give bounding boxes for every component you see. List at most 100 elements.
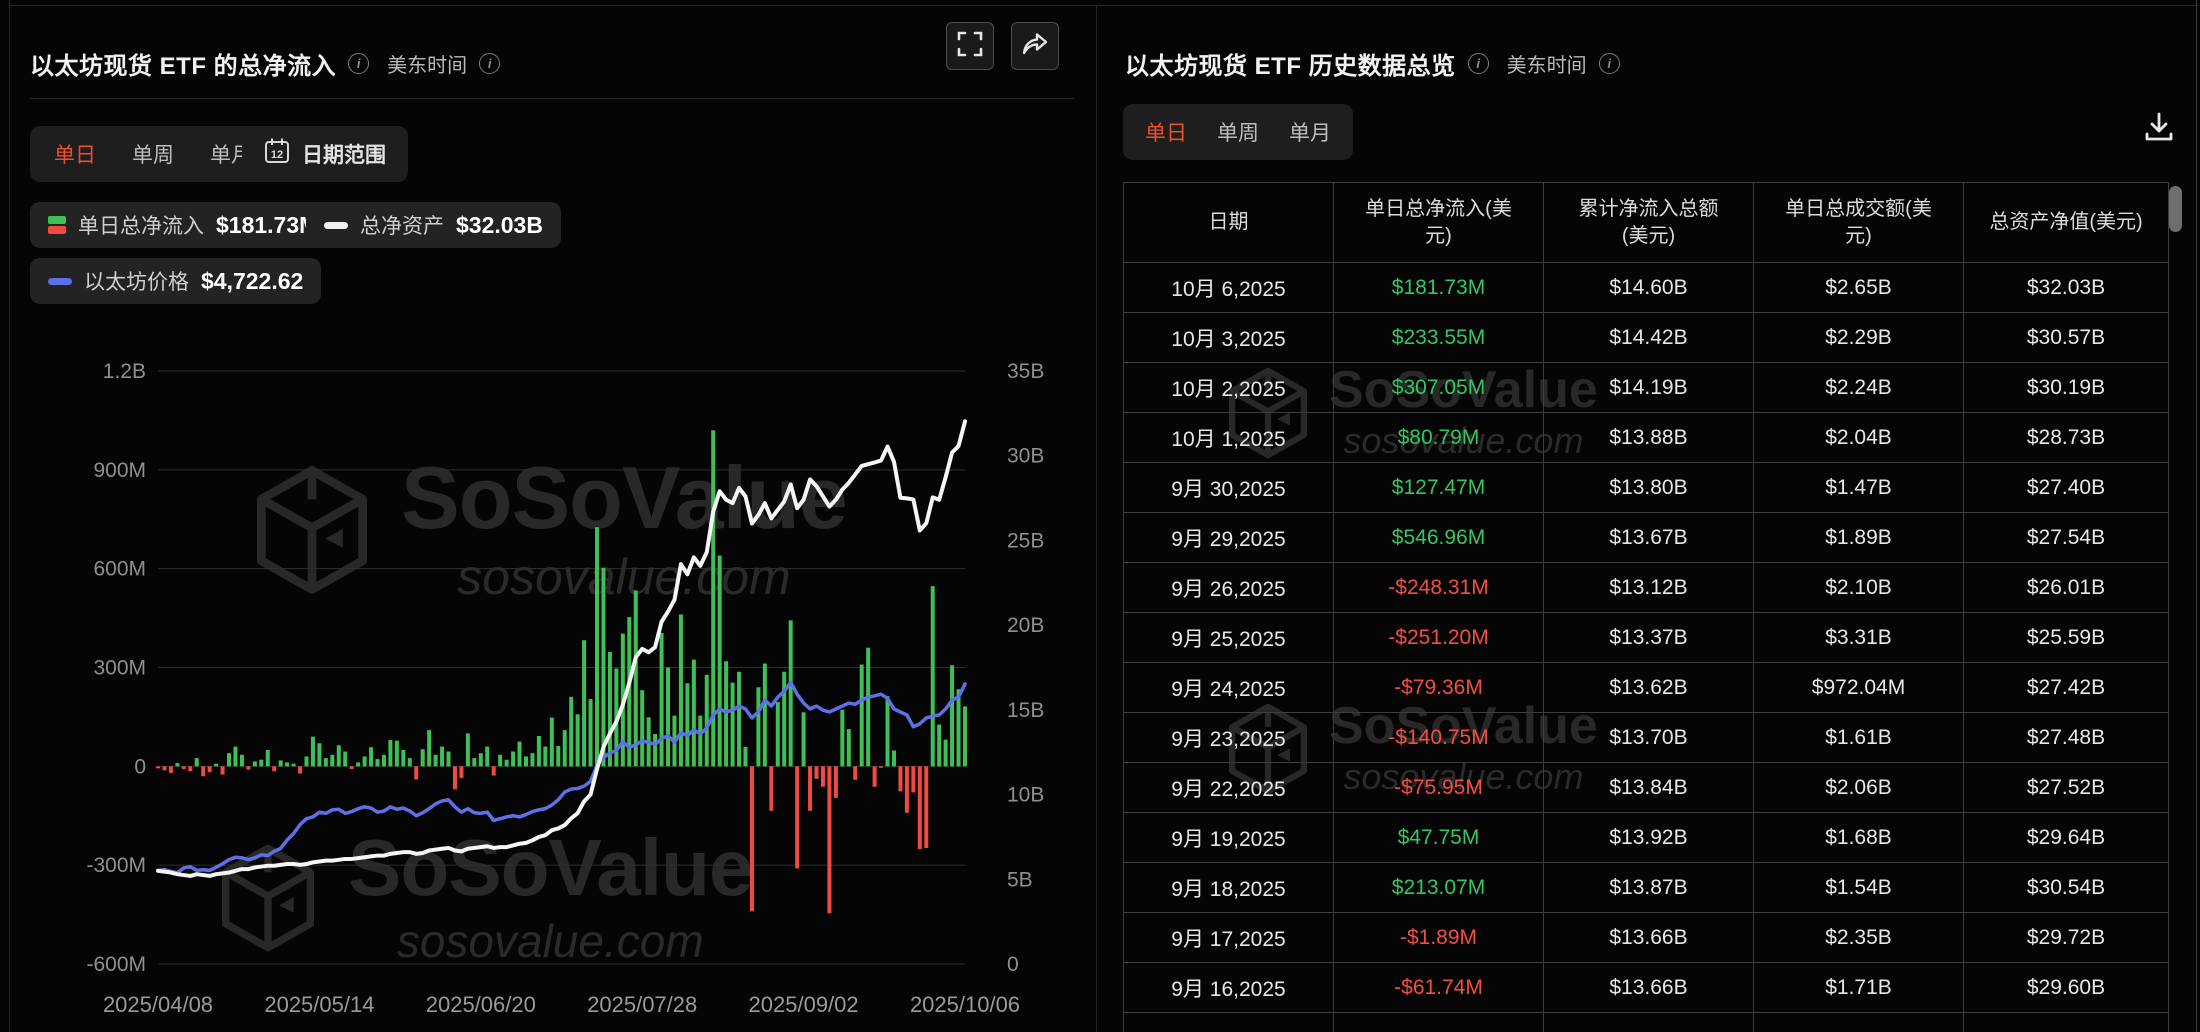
- cell-nav: $28.73B: [1964, 413, 2169, 463]
- info-icon[interactable]: i: [479, 53, 500, 74]
- legend-eth-price[interactable]: 以太坊价格 $4,722.62: [30, 258, 321, 304]
- netflow-chart-svg[interactable]: 1.2B900M600M300M0-300M-600M35B30B25B20B1…: [10, 330, 1096, 1032]
- cell-nav: $27.48B: [1964, 713, 2169, 763]
- table-row: 9月 25,2025-$251.20M$13.37B$3.31B$25.59B: [1124, 613, 2169, 663]
- cell-empty: [1964, 1013, 2169, 1032]
- netflow-bar: [401, 750, 405, 766]
- netflow-bar: [886, 696, 890, 766]
- netflow-bar: [169, 766, 173, 773]
- legend-value: $181.73M: [216, 212, 318, 239]
- cell-volume: $2.29B: [1754, 313, 1964, 363]
- cell-inflow: $127.47M: [1334, 463, 1544, 513]
- cell-volume: $1.47B: [1754, 463, 1964, 513]
- cell-inflow: $47.75M: [1334, 813, 1544, 863]
- table-row-partial: [1124, 1013, 2169, 1032]
- cell-inflow: $233.55M: [1334, 313, 1544, 363]
- netflow-bar: [601, 568, 605, 766]
- cell-volume: $2.10B: [1754, 563, 1964, 613]
- cell-cumulative: $13.12B: [1544, 563, 1754, 613]
- cell-cumulative: $13.84B: [1544, 763, 1754, 813]
- netflow-bar: [685, 683, 689, 766]
- cell-date: 9月 22,2025: [1124, 763, 1334, 813]
- cell-volume: $2.06B: [1754, 763, 1964, 813]
- cell-cumulative: $14.60B: [1544, 263, 1754, 313]
- fullscreen-button[interactable]: [946, 22, 994, 70]
- legend-label: 单日总净流入: [78, 210, 204, 240]
- share-icon: [1021, 31, 1049, 62]
- cell-cumulative: $13.87B: [1544, 863, 1754, 913]
- cell-nav: $27.54B: [1964, 513, 2169, 563]
- share-button[interactable]: [1011, 22, 1059, 70]
- netflow-bar: [356, 762, 360, 766]
- netflow-bar: [304, 756, 308, 766]
- cell-date: 9月 26,2025: [1124, 563, 1334, 613]
- left-axis-tick: 600M: [93, 558, 146, 581]
- cell-empty: [1754, 1013, 1964, 1032]
- cell-cumulative: $13.66B: [1544, 963, 1754, 1013]
- column-header: 日期: [1124, 183, 1334, 263]
- netflow-bar: [950, 665, 954, 766]
- tab-weekly[interactable]: 单周: [132, 139, 174, 169]
- history-table-panel: 以太坊现货 ETF 历史数据总览 i 美东时间 i 单日 单周 单月 SoSoV…: [1097, 6, 2196, 1032]
- table-scrollbar-thumb[interactable]: [2169, 186, 2182, 232]
- netflow-bar: [214, 764, 218, 767]
- netflow-bar: [182, 766, 186, 769]
- netflow-bar: [279, 760, 283, 766]
- netflow-bar: [898, 766, 902, 791]
- netflow-bar: [227, 753, 231, 766]
- x-axis-tick: 2025/09/02: [749, 992, 859, 1017]
- netflow-bar: [511, 752, 515, 767]
- cell-inflow: -$140.75M: [1334, 713, 1544, 763]
- netflow-bar: [957, 689, 961, 766]
- netflow-bar: [905, 766, 909, 812]
- netflow-bar: [556, 746, 560, 766]
- cell-date: 9月 19,2025: [1124, 813, 1334, 863]
- netflow-bar: [208, 766, 212, 772]
- info-icon[interactable]: i: [348, 53, 369, 74]
- netflow-bar: [750, 766, 754, 911]
- netflow-bar: [337, 745, 341, 766]
- legend-net-assets[interactable]: 总净资产 $32.03B: [306, 202, 561, 248]
- table-row: 10月 6,2025$181.73M$14.60B$2.65B$32.03B: [1124, 263, 2169, 313]
- column-header: 总资产净值(美元): [1964, 183, 2169, 263]
- x-axis-tick: 2025/10/06: [910, 992, 1020, 1017]
- date-range-button[interactable]: 12 日期范围: [242, 126, 408, 182]
- cell-nav: $25.59B: [1964, 613, 2169, 663]
- netflow-bar: [434, 755, 438, 767]
- cell-inflow: $80.79M: [1334, 413, 1544, 463]
- left-axis-tick: 300M: [93, 657, 146, 680]
- netflow-bar: [666, 668, 670, 767]
- cell-volume: $2.04B: [1754, 413, 1964, 463]
- netflow-bar: [782, 672, 786, 767]
- netflow-bar: [221, 766, 225, 774]
- cell-empty: [1334, 1013, 1544, 1032]
- netflow-bar: [808, 766, 812, 810]
- table-row: 9月 30,2025$127.47M$13.80B$1.47B$27.40B: [1124, 463, 2169, 513]
- right-axis-tick: 35B: [1007, 360, 1044, 383]
- netflow-bar: [459, 766, 463, 778]
- right-axis-tick: 20B: [1007, 614, 1044, 637]
- cell-nav: $30.19B: [1964, 363, 2169, 413]
- netflow-bar: [388, 740, 392, 766]
- legend-daily-netflow[interactable]: 单日总净流入 $181.73M: [30, 202, 336, 248]
- netflow-bar: [653, 734, 657, 766]
- netflow-bar: [834, 766, 838, 798]
- page-title: 以太坊现货 ETF 的总净流入: [30, 46, 336, 81]
- tab-daily[interactable]: 单日: [54, 139, 96, 169]
- netflow-bar: [466, 733, 470, 766]
- table-row: 10月 3,2025$233.55M$14.42B$2.29B$30.57B: [1124, 313, 2169, 363]
- netflow-bar: [724, 661, 728, 766]
- netflow-bar: [815, 766, 819, 779]
- netflow-bar: [195, 758, 199, 766]
- cell-inflow: -$79.36M: [1334, 663, 1544, 713]
- cell-cumulative: $13.66B: [1544, 913, 1754, 963]
- cell-date: 10月 2,2025: [1124, 363, 1334, 413]
- netflow-chart[interactable]: SoSoValue sosovalue.com SoSoValue sosova…: [10, 330, 1096, 1032]
- netflow-bar: [550, 718, 554, 767]
- cell-volume: $1.61B: [1754, 713, 1964, 763]
- netflow-bar: [363, 756, 367, 766]
- calendar-icon: 12: [264, 137, 290, 171]
- netflow-bar: [427, 730, 431, 766]
- netflow-bar: [485, 747, 489, 767]
- cell-date: 9月 16,2025: [1124, 963, 1334, 1013]
